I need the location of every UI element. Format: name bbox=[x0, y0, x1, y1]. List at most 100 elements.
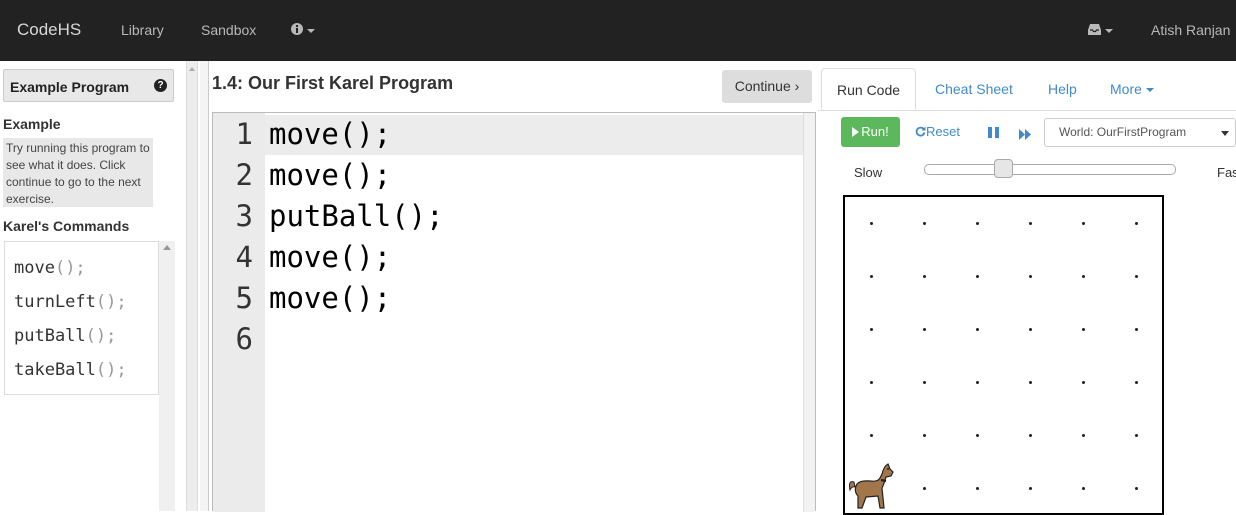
info-dropdown[interactable] bbox=[291, 22, 315, 37]
grid-dot bbox=[975, 274, 979, 278]
grid-dot bbox=[1134, 380, 1138, 384]
grid-dot bbox=[869, 274, 873, 278]
grid-dot bbox=[869, 380, 873, 384]
user-name-link[interactable]: Atish Ranjan bbox=[1151, 22, 1230, 38]
scroll-up-icon[interactable] bbox=[163, 245, 171, 250]
editor-scrollbar[interactable] bbox=[803, 113, 815, 512]
grid-dot bbox=[922, 221, 926, 225]
commands-title: Karel's Commands bbox=[3, 218, 130, 234]
fast-label: Fas bbox=[1217, 165, 1236, 180]
grid-dot bbox=[922, 486, 926, 490]
right-panel-tabs: Run Code Cheat Sheet Help More bbox=[818, 68, 1236, 111]
inbox-dropdown[interactable] bbox=[1088, 22, 1113, 37]
tab-cheat-sheet[interactable]: Cheat Sheet bbox=[935, 68, 1013, 109]
grid-dot bbox=[869, 433, 873, 437]
world-select-value: World: OurFirstProgram bbox=[1059, 125, 1187, 139]
sidebar-resize-handle[interactable] bbox=[186, 61, 198, 511]
command-paren: (); bbox=[95, 360, 127, 380]
sidebar-scrollbar[interactable] bbox=[159, 241, 175, 511]
grid-dot bbox=[1028, 433, 1032, 437]
example-title: Example bbox=[3, 116, 61, 132]
command-paren: (); bbox=[54, 258, 86, 278]
tab-more[interactable]: More bbox=[1110, 68, 1154, 109]
command-name: putBall bbox=[14, 326, 86, 346]
line-number: 2 bbox=[235, 158, 253, 192]
line-number: 4 bbox=[235, 240, 253, 274]
command-name: turnLeft bbox=[14, 292, 96, 312]
nav-sandbox-link[interactable]: Sandbox bbox=[201, 22, 256, 38]
grid-dot bbox=[1081, 486, 1085, 490]
world-select[interactable]: World: OurFirstProgram bbox=[1044, 118, 1236, 147]
example-program-header[interactable]: Example Program ? bbox=[3, 69, 174, 102]
chevron-down-icon bbox=[1145, 88, 1154, 93]
line-number: 3 bbox=[235, 199, 253, 233]
pause-icon[interactable] bbox=[988, 127, 999, 138]
grid-dot bbox=[1081, 380, 1085, 384]
collapse-up-icon[interactable] bbox=[189, 67, 195, 71]
command-name: takeBall bbox=[14, 360, 96, 380]
command-item: turnLeft(); bbox=[14, 292, 127, 312]
line-number: 6 bbox=[235, 322, 253, 356]
code-line[interactable]: move(); bbox=[269, 240, 391, 274]
tab-run-code[interactable]: Run Code bbox=[821, 68, 917, 110]
karel-dog-icon bbox=[849, 463, 894, 509]
line-number: 5 bbox=[235, 281, 253, 315]
reset-button[interactable]: Reset bbox=[915, 124, 960, 139]
top-navbar: CodeHS Library Sandbox Atish Ranjan bbox=[0, 0, 1236, 61]
chevron-down-icon bbox=[1105, 28, 1113, 33]
grid-dot bbox=[922, 327, 926, 331]
left-sidebar: Example Program ? Example Try running th… bbox=[0, 61, 200, 511]
grid-dot bbox=[1028, 327, 1032, 331]
command-item: takeBall(); bbox=[14, 360, 127, 380]
info-icon bbox=[291, 23, 303, 35]
tab-help[interactable]: Help bbox=[1048, 68, 1077, 109]
grid-dot bbox=[975, 486, 979, 490]
command-name: move bbox=[14, 258, 55, 278]
command-item: move(); bbox=[14, 258, 86, 278]
grid-dot bbox=[1081, 327, 1085, 331]
code-line[interactable]: putBall(); bbox=[269, 199, 444, 233]
grid-dot bbox=[1028, 486, 1032, 490]
code-line[interactable]: move(); bbox=[269, 158, 391, 192]
chevron-down-icon bbox=[1221, 131, 1229, 136]
grid-dot bbox=[1134, 274, 1138, 278]
grid-dot bbox=[1134, 221, 1138, 225]
grid-dot bbox=[975, 221, 979, 225]
grid-dot bbox=[1081, 221, 1085, 225]
question-icon[interactable]: ? bbox=[154, 79, 167, 92]
grid-dot bbox=[1081, 274, 1085, 278]
speed-slider-handle[interactable] bbox=[993, 159, 1013, 178]
grid-dot bbox=[922, 274, 926, 278]
reset-label: Reset bbox=[926, 124, 960, 139]
chevron-down-icon bbox=[307, 28, 315, 33]
grid-dot bbox=[1028, 221, 1032, 225]
command-paren: (); bbox=[95, 292, 127, 312]
grid-dot bbox=[1134, 433, 1138, 437]
grid-dot bbox=[1081, 433, 1085, 437]
code-line[interactable]: move(); bbox=[269, 117, 391, 151]
continue-button[interactable]: Continue › bbox=[722, 70, 812, 103]
fast-forward-icon[interactable] bbox=[1019, 127, 1031, 140]
example-description: Try running this program to see what it … bbox=[3, 138, 153, 207]
grid-dot bbox=[869, 327, 873, 331]
slow-label: Slow bbox=[854, 165, 883, 180]
inbox-icon bbox=[1088, 24, 1101, 35]
run-button[interactable]: Run! bbox=[841, 117, 900, 147]
pane-divider[interactable] bbox=[200, 61, 209, 511]
speed-slider[interactable] bbox=[924, 164, 1176, 175]
grid-dot bbox=[1134, 486, 1138, 490]
grid-dot bbox=[869, 221, 873, 225]
lesson-title: 1.4: Our First Karel Program bbox=[212, 73, 454, 93]
tab-more-label: More bbox=[1110, 81, 1142, 97]
brand-logo[interactable]: CodeHS bbox=[17, 20, 81, 40]
code-line[interactable]: move(); bbox=[269, 281, 391, 315]
commands-list: move(); turnLeft(); putBall(); takeBall(… bbox=[4, 241, 159, 395]
grid-dot bbox=[975, 327, 979, 331]
grid-dot bbox=[922, 380, 926, 384]
grid-dot bbox=[1028, 274, 1032, 278]
line-number: 1 bbox=[235, 117, 253, 151]
code-editor[interactable]: 1 2 3 4 5 6 move(); move(); putBall(); m… bbox=[212, 112, 816, 512]
play-icon bbox=[852, 127, 860, 137]
nav-library-link[interactable]: Library bbox=[121, 22, 164, 38]
example-program-label: Example Program bbox=[10, 79, 130, 95]
